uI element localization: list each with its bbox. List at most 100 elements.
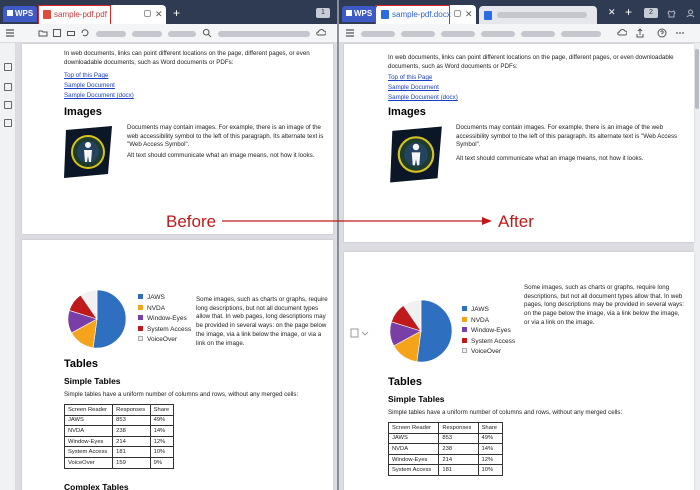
chart-legend: JAWS NVDA Window-Eyes System Access Voic… bbox=[462, 306, 515, 359]
table-cell: System Access bbox=[387, 464, 440, 476]
user-icon[interactable] bbox=[686, 9, 695, 18]
more-options-icon[interactable] bbox=[675, 28, 685, 38]
table-cell: 10% bbox=[477, 464, 504, 476]
table-row: System Access 181 10% bbox=[63, 446, 175, 458]
help-icon[interactable] bbox=[657, 28, 667, 38]
tab-blurred[interactable] bbox=[479, 6, 597, 24]
table-cell: System Access bbox=[63, 446, 114, 458]
tables-heading: Tables bbox=[388, 376, 423, 388]
close-tab-icon[interactable]: ✕ bbox=[155, 9, 163, 20]
chart-description-paragraph: Some images, such as charts or graphs, r… bbox=[524, 284, 684, 326]
bookmark-icon[interactable] bbox=[4, 101, 12, 109]
legend-swatch bbox=[462, 316, 467, 322]
print-icon[interactable] bbox=[66, 28, 76, 38]
table-row: Window-Eyes 214 12% bbox=[387, 453, 504, 466]
word-file-icon bbox=[484, 11, 492, 20]
table-cell: Window-Eyes bbox=[387, 453, 440, 466]
legend-item: Window-Eyes bbox=[462, 327, 515, 338]
menu-icon[interactable] bbox=[5, 28, 15, 38]
legend-item: System Access bbox=[138, 325, 191, 337]
simple-tables-paragraph: Simple tables have a uniform number of c… bbox=[388, 409, 623, 416]
wps-home-tab[interactable]: WPS bbox=[342, 6, 376, 22]
window-count-badge[interactable]: 2 bbox=[644, 8, 658, 18]
table-row: JAWS 853 49% bbox=[63, 414, 175, 427]
wps-logo-icon bbox=[7, 10, 13, 16]
attachment-icon[interactable] bbox=[4, 119, 12, 127]
toolbar-menu-blurred bbox=[561, 31, 601, 37]
table-cell: JAWS bbox=[387, 432, 440, 445]
close-tab-icon[interactable]: ✕ bbox=[608, 7, 616, 18]
table-cell: 214 bbox=[112, 435, 151, 448]
toolbar bbox=[339, 24, 700, 43]
pdf-page-2: JAWS NVDA Window-Eyes System Access Voic… bbox=[22, 240, 333, 490]
simple-tables-heading: Simple Tables bbox=[388, 394, 445, 404]
image-icon[interactable] bbox=[4, 83, 12, 91]
highlight-box bbox=[38, 5, 111, 25]
table-header: Screen Reader bbox=[63, 404, 114, 416]
close-tab-icon[interactable]: ✕ bbox=[465, 9, 473, 20]
legend-label: System Access bbox=[471, 337, 516, 345]
scrollbar-thumb[interactable] bbox=[695, 49, 699, 109]
link-sample-document-docx[interactable]: Sample Document (docx) bbox=[64, 92, 134, 99]
wps-home-tab[interactable]: WPS bbox=[3, 6, 37, 22]
pin-icon[interactable] bbox=[144, 10, 151, 17]
new-tab-button[interactable]: + bbox=[173, 6, 180, 20]
table-row: System Access 181 10% bbox=[387, 464, 504, 476]
table-cell: 14% bbox=[477, 443, 504, 455]
legend-item: NVDA bbox=[138, 304, 191, 316]
paragraph-handle-icon[interactable] bbox=[350, 328, 370, 338]
tab-bar: WPS sample-pdf.pdf ✕ + 1 bbox=[0, 0, 337, 25]
table-row: VoiceOver 159 9% bbox=[63, 456, 175, 469]
share-icon[interactable] bbox=[635, 28, 645, 38]
menu-icon[interactable] bbox=[345, 28, 355, 38]
table-cell: 181 bbox=[438, 464, 479, 476]
table-cell: 12% bbox=[149, 435, 175, 448]
cloud-icon[interactable] bbox=[617, 28, 627, 38]
web-accessibility-symbol-image bbox=[64, 126, 112, 178]
complex-tables-heading: Complex Tables bbox=[64, 482, 129, 490]
docx-page-2: JAWS NVDA Window-Eyes System Access Voic… bbox=[344, 252, 694, 490]
images-paragraph: Documents may contain images. For exampl… bbox=[127, 124, 324, 149]
legend-label: NVDA bbox=[471, 316, 490, 324]
images-heading: Images bbox=[64, 106, 102, 118]
link-sample-document[interactable]: Sample Document bbox=[64, 82, 115, 89]
pin-icon[interactable] bbox=[454, 10, 461, 17]
legend-swatch bbox=[138, 294, 143, 299]
toolbar-menu-blurred bbox=[168, 31, 196, 37]
legend-item: VoiceOver bbox=[138, 336, 191, 347]
intro-paragraph: In web documents, links can point differ… bbox=[388, 54, 674, 70]
table-row: NVDA 238 14% bbox=[387, 443, 504, 455]
search-icon[interactable] bbox=[202, 28, 212, 38]
table-cell: 9% bbox=[149, 456, 175, 469]
brand-label: WPS bbox=[15, 9, 34, 18]
pie-slice-jaws bbox=[416, 299, 453, 363]
toolbar-menu-blurred bbox=[481, 31, 515, 37]
save-icon[interactable] bbox=[52, 28, 62, 38]
toolbar-menu-blurred bbox=[521, 31, 555, 37]
legend-label: Window-Eyes bbox=[471, 327, 511, 334]
open-folder-icon[interactable] bbox=[38, 28, 48, 38]
skin-icon[interactable] bbox=[667, 9, 676, 18]
legend-item: JAWS bbox=[138, 294, 191, 305]
pie-chart bbox=[389, 299, 453, 363]
thumbnails-icon[interactable] bbox=[4, 63, 12, 71]
toolbar-menu-blurred bbox=[132, 31, 162, 37]
link-top-of-page[interactable]: Top of this Page bbox=[388, 74, 432, 81]
window-count-badge[interactable]: 1 bbox=[316, 8, 330, 18]
link-sample-document[interactable]: Sample Document bbox=[388, 84, 439, 91]
legend-item: System Access bbox=[462, 337, 516, 349]
table-cell: 238 bbox=[438, 443, 479, 455]
undo-icon[interactable] bbox=[80, 28, 90, 38]
vertical-scrollbar[interactable] bbox=[694, 43, 700, 490]
table-cell: 238 bbox=[112, 425, 151, 437]
new-tab-button[interactable]: + bbox=[625, 5, 632, 19]
legend-swatch bbox=[462, 337, 467, 343]
table-cell: 214 bbox=[438, 453, 479, 466]
cloud-icon[interactable] bbox=[316, 28, 326, 38]
legend-label: VoiceOver bbox=[147, 336, 177, 343]
table-header: Responses bbox=[438, 422, 479, 434]
link-sample-document-docx[interactable]: Sample Document (docx) bbox=[388, 94, 458, 101]
link-top-of-page[interactable]: Top of this Page bbox=[64, 72, 108, 79]
legend-swatch bbox=[138, 325, 143, 331]
alt-text-paragraph: Alt text should communicate what an imag… bbox=[127, 152, 315, 159]
